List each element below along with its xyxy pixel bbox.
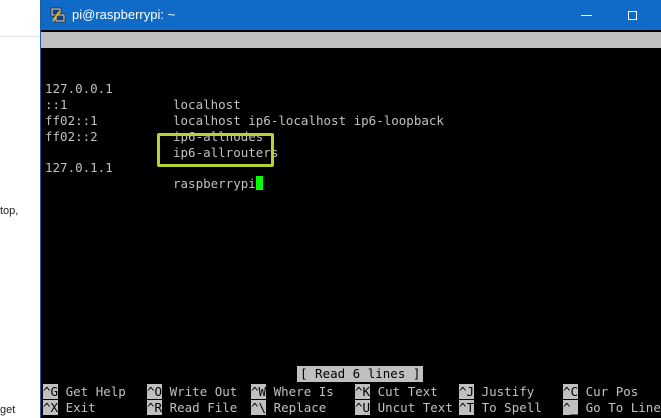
shortcut-key: ^T (459, 400, 475, 415)
shortcut-uncut-text[interactable]: ^U Uncut Text (355, 400, 453, 416)
shortcut-key: ^J (459, 384, 475, 399)
hosts-line[interactable]: ff02::1 ip6-allnodes (43, 97, 263, 144)
shortcut-key: ^K (355, 384, 371, 399)
shortcut-cut-text[interactable]: ^K Cut Text (355, 384, 438, 400)
shortcut-key: ^W (251, 384, 267, 399)
hosts-line[interactable]: 127.0.0.1 localhost (43, 65, 241, 112)
shortcut-bar-row-2: ^X Exit ^R Read File ^\ Replace ^U Uncut… (41, 400, 661, 416)
shortcut-label: Write Out (169, 384, 238, 399)
shortcut-key: ^C (563, 384, 579, 399)
shortcut-key: ^R (147, 400, 163, 415)
hosts-hostname-edited: raspberrypi (173, 176, 263, 192)
maximize-button[interactable] (609, 0, 655, 30)
shortcut-key: ^_ (563, 400, 579, 415)
hosts-hostname-text: raspberrypi (173, 176, 256, 191)
shortcut-label: Read File (169, 400, 238, 415)
hostname-highlight-box (157, 133, 274, 167)
shortcut-justify[interactable]: ^J Justify (459, 384, 534, 400)
background-divider (0, 36, 40, 37)
minimize-button[interactable] (563, 0, 609, 30)
shortcut-to-spell[interactable]: ^T To Spell (459, 400, 542, 416)
putty-app-icon[interactable] (50, 7, 66, 23)
hosts-ip: 127.0.1.1 (45, 160, 113, 175)
shortcut-label: Cur Pos (585, 384, 639, 399)
terminal-area[interactable]: GNU nano 3.2 /etc/hosts 127.0.0.1 localh… (41, 30, 661, 418)
shortcut-label: Cut Text (377, 384, 438, 399)
hosts-line-edited[interactable]: 127.0.1.1 raspberrypi (43, 144, 263, 191)
title-bar[interactable]: pi@raspberrypi: ~ (41, 0, 661, 30)
shortcut-key: ^U (355, 400, 371, 415)
nano-header-bar: GNU nano 3.2 /etc/hosts (41, 32, 661, 79)
nano-file-path: /etc/hosts (339, 64, 415, 79)
putty-window[interactable]: pi@raspberrypi: ~ GNU nano 3.2 /etc/host… (40, 0, 661, 418)
shortcut-label: To Spell (481, 400, 542, 415)
nano-version: GNU nano 3.2 (59, 48, 150, 63)
shortcut-label: Get Help (65, 384, 126, 399)
shortcut-go-to-line[interactable]: ^_ Go To Line (563, 400, 661, 416)
shortcut-label: Justify (481, 384, 535, 399)
background-text-fragment: top, (0, 205, 19, 217)
maximize-icon (627, 10, 637, 20)
shortcut-label: Go To Line (585, 400, 661, 415)
text-cursor (255, 176, 263, 190)
shortcut-bar-row-1: ^G Get Help ^O Write Out ^W Where Is ^K … (41, 384, 661, 400)
shortcut-write-out[interactable]: ^O Write Out (147, 384, 237, 400)
shortcut-read-file[interactable]: ^R Read File (147, 400, 237, 416)
shortcut-key: ^\ (251, 400, 267, 415)
window-title: pi@raspberrypi: ~ (72, 7, 176, 22)
minimize-icon (580, 14, 592, 16)
hosts-line-empty[interactable] (43, 129, 88, 145)
hosts-hostname: localhost ip6-localhost ip6-loopback (173, 113, 444, 128)
shortcut-label: Uncut Text (377, 400, 453, 415)
shortcut-label: Where Is (273, 384, 334, 399)
shortcut-key: ^G (43, 384, 59, 399)
shortcut-replace[interactable]: ^\ Replace (251, 400, 326, 416)
shortcut-cur-pos[interactable]: ^C Cur Pos (563, 384, 638, 400)
shortcut-where-is[interactable]: ^W Where Is (251, 384, 334, 400)
shortcut-label: Replace (273, 400, 327, 415)
shortcut-get-help[interactable]: ^G Get Help (43, 384, 126, 400)
hosts-hostname: localhost (173, 97, 241, 112)
shortcut-key: ^O (147, 384, 163, 399)
background-text-fragment: get (0, 404, 16, 416)
shortcut-exit[interactable]: ^X Exit (43, 400, 96, 416)
status-message: [ Read 6 lines ] (297, 366, 424, 382)
hosts-line[interactable]: ff02::2 ip6-allrouters (43, 113, 278, 160)
shortcut-label: Exit (65, 400, 96, 415)
shortcut-key: ^X (43, 400, 59, 415)
hosts-line[interactable]: ::1 localhost ip6-localhost ip6-loopback (43, 81, 444, 128)
